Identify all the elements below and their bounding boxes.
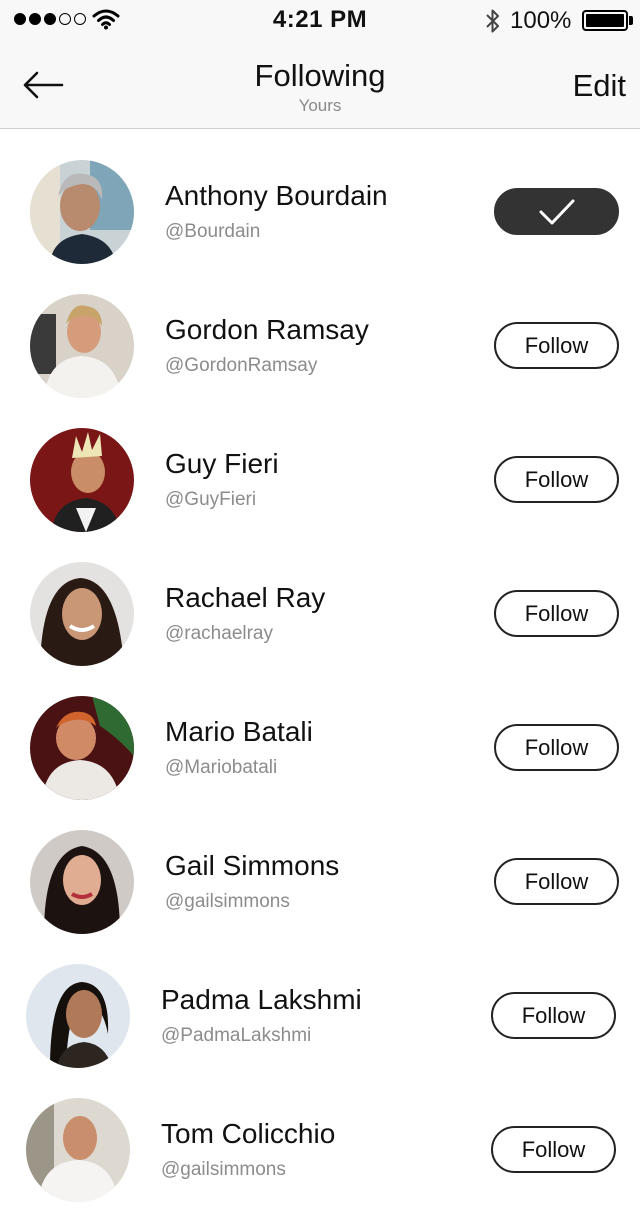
list-item: Guy Fieri @GuyFieri Follow bbox=[0, 398, 640, 532]
person-name: Gordon Ramsay bbox=[165, 314, 369, 345]
bluetooth-icon bbox=[484, 7, 502, 40]
list-item: Tom Colicchio @gailsimmons Follow bbox=[0, 1068, 640, 1202]
follow-button[interactable]: Follow bbox=[491, 992, 616, 1039]
avatar[interactable] bbox=[30, 696, 134, 800]
battery-icon bbox=[582, 10, 628, 31]
follow-button[interactable]: Follow bbox=[494, 858, 619, 905]
list-item: Mario Batali @Mariobatali Follow bbox=[0, 666, 640, 800]
person-name: Padma Lakshmi bbox=[161, 984, 362, 1015]
list-item: Padma Lakshmi @PadmaLakshmi Follow bbox=[0, 934, 640, 1068]
follow-button[interactable]: Follow bbox=[494, 456, 619, 503]
avatar[interactable] bbox=[26, 964, 130, 1068]
person-name: Anthony Bourdain bbox=[165, 180, 388, 211]
avatar[interactable] bbox=[30, 562, 134, 666]
follow-button[interactable]: Follow bbox=[494, 590, 619, 637]
person-handle: @rachaelray bbox=[165, 623, 273, 644]
edit-button[interactable]: Edit bbox=[573, 68, 626, 104]
person-handle: @GordonRamsay bbox=[165, 355, 318, 376]
person-name: Tom Colicchio bbox=[161, 1118, 336, 1149]
person-name: Gail Simmons bbox=[165, 850, 340, 881]
person-handle: @gailsimmons bbox=[165, 891, 290, 912]
follow-button[interactable]: Follow bbox=[494, 724, 619, 771]
avatar[interactable] bbox=[26, 1098, 130, 1202]
person-name: Guy Fieri bbox=[165, 448, 279, 479]
following-button[interactable] bbox=[494, 188, 619, 235]
list-item: Rachael Ray @rachaelray Follow bbox=[0, 532, 640, 666]
page-subtitle: Yours bbox=[298, 96, 342, 115]
person-handle: @Mariobatali bbox=[165, 757, 278, 778]
avatar[interactable] bbox=[30, 160, 134, 264]
list-item: Gordon Ramsay @GordonRamsay Follow bbox=[0, 264, 640, 398]
follow-button[interactable]: Follow bbox=[491, 1126, 616, 1173]
checkmark-icon bbox=[539, 199, 574, 224]
list-item: Gail Simmons @gailsimmons Follow bbox=[0, 800, 640, 934]
person-name: Mario Batali bbox=[165, 716, 313, 747]
battery-cap bbox=[629, 16, 633, 25]
person-handle: @GuyFieri bbox=[165, 489, 257, 510]
avatar[interactable] bbox=[30, 428, 134, 532]
following-list: Anthony Bourdain @Bourdain Gordon Ramsay… bbox=[0, 130, 640, 1202]
person-handle: @PadmaLakshmi bbox=[161, 1025, 312, 1046]
list-item: Anthony Bourdain @Bourdain bbox=[0, 130, 640, 264]
avatar[interactable] bbox=[30, 830, 134, 934]
avatar[interactable] bbox=[30, 294, 134, 398]
person-handle: @Bourdain bbox=[165, 221, 261, 242]
page-title: Following bbox=[254, 58, 386, 93]
person-handle: @gailsimmons bbox=[161, 1159, 286, 1180]
nav-bar: Following Yours Edit bbox=[0, 40, 640, 129]
battery-percent: 100% bbox=[510, 7, 572, 34]
person-name: Rachael Ray bbox=[165, 582, 326, 613]
follow-button[interactable]: Follow bbox=[494, 322, 619, 369]
status-bar: 4:21 PM 100% bbox=[0, 0, 640, 40]
